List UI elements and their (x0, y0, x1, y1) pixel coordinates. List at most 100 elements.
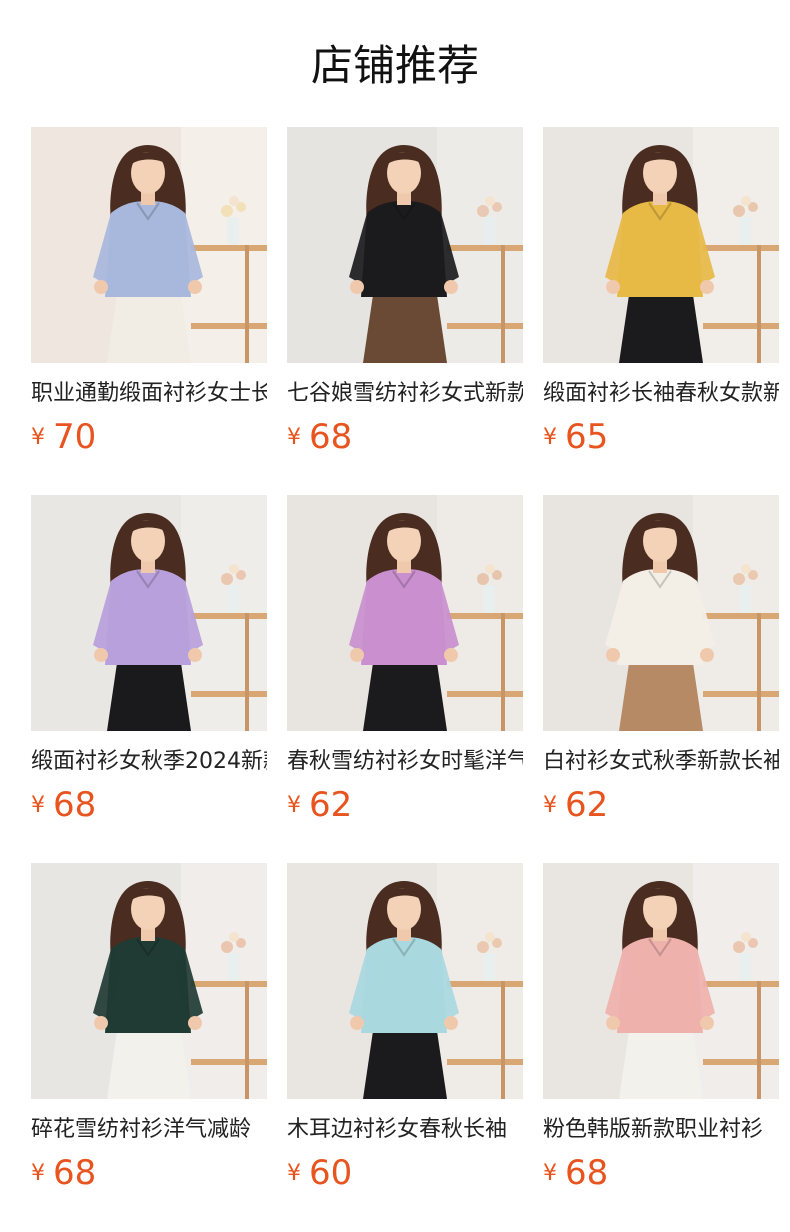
photo-vase (739, 585, 751, 613)
model-shirt (361, 937, 447, 1033)
product-price: ¥65 (543, 416, 608, 458)
photo-shelf-leg (757, 981, 761, 1099)
photo-flower (221, 205, 233, 217)
photo-flower (485, 932, 495, 942)
product-name[interactable]: 木耳边衬衫女春秋长袖 (287, 1115, 523, 1145)
product-photo (287, 863, 523, 1099)
product-image[interactable] (543, 863, 779, 1099)
photo-shelf-leg (501, 981, 505, 1099)
currency-symbol: ¥ (287, 425, 301, 450)
currency-symbol: ¥ (287, 1161, 301, 1186)
photo-flower (221, 941, 233, 953)
photo-shelf (191, 323, 267, 329)
product-image[interactable] (31, 863, 267, 1099)
price-amount: 68 (309, 417, 353, 457)
photo-vase (227, 585, 239, 613)
model-shirt (617, 569, 703, 665)
model-bottom (619, 663, 703, 731)
product-name[interactable]: 粉色韩版新款职业衬衫 (543, 1115, 779, 1145)
photo-vase (483, 585, 495, 613)
model-shirt (617, 937, 703, 1033)
product-name[interactable]: 职业通勤缎面衬衫女士长袖 (31, 379, 267, 409)
model-hand (188, 1016, 202, 1030)
product-price: ¥68 (543, 1152, 608, 1194)
photo-shelf-leg (245, 245, 249, 363)
product-name[interactable]: 七谷娘雪纺衬衫女式新款 (287, 379, 523, 409)
photo-shelf (703, 981, 779, 987)
model-shirt (105, 569, 191, 665)
product-image[interactable] (287, 495, 523, 731)
model-hand (444, 648, 458, 662)
product-name[interactable]: 碎花雪纺衬衫洋气减龄 (31, 1115, 267, 1145)
photo-shelf (447, 323, 523, 329)
photo-vase (227, 953, 239, 981)
photo-flower (477, 941, 489, 953)
model-hand (606, 648, 620, 662)
price-amount: 70 (53, 417, 97, 457)
photo-flower (733, 573, 745, 585)
product-name[interactable]: 春秋雪纺衬衫女时髦洋气 (287, 747, 523, 777)
product-name[interactable]: 缎面衬衫长袖春秋女款新款 (543, 379, 779, 409)
product-photo (287, 495, 523, 731)
product-image[interactable] (287, 863, 523, 1099)
price-amount: 62 (565, 785, 609, 825)
photo-shelf-leg (501, 613, 505, 731)
product-photo (31, 863, 267, 1099)
model-bottom (619, 1031, 703, 1099)
model-hand (444, 280, 458, 294)
photo-shelf-leg (757, 613, 761, 731)
model-hand (188, 648, 202, 662)
model-bottom (619, 295, 703, 363)
photo-flower (733, 941, 745, 953)
product-image[interactable] (287, 127, 523, 363)
photo-flower (741, 564, 751, 574)
price-amount: 60 (309, 1153, 353, 1193)
photo-flower (733, 205, 745, 217)
product-image[interactable] (31, 127, 267, 363)
photo-shelf (703, 1059, 779, 1065)
photo-vase (739, 953, 751, 981)
photo-flower (485, 564, 495, 574)
model-bottom (107, 295, 191, 363)
photo-flower (477, 573, 489, 585)
model-shirt (105, 937, 191, 1033)
model-hand (700, 1016, 714, 1030)
product-price: ¥68 (287, 416, 352, 458)
model-shirt (361, 569, 447, 665)
photo-vase (483, 217, 495, 245)
product-price: ¥60 (287, 1152, 352, 1194)
photo-shelf-leg (245, 981, 249, 1099)
product-price: ¥70 (31, 416, 96, 458)
model-bottom (107, 1031, 191, 1099)
product-photo (287, 127, 523, 363)
photo-shelf (191, 613, 267, 619)
photo-shelf-leg (757, 245, 761, 363)
model-bottom (107, 663, 191, 731)
product-name[interactable]: 缎面衬衫女秋季2024新款 (31, 747, 267, 777)
price-amount: 65 (565, 417, 609, 457)
product-image[interactable] (31, 495, 267, 731)
model-hand (700, 648, 714, 662)
photo-shelf (447, 691, 523, 697)
product-image[interactable] (543, 127, 779, 363)
currency-symbol: ¥ (543, 793, 557, 818)
product-photo (543, 495, 779, 731)
currency-symbol: ¥ (31, 793, 45, 818)
model-hand (94, 280, 108, 294)
model-hand (350, 1016, 364, 1030)
photo-flower (221, 573, 233, 585)
model-hand (606, 280, 620, 294)
model-hand (444, 1016, 458, 1030)
product-price: ¥62 (543, 784, 608, 826)
price-amount: 68 (565, 1153, 609, 1193)
photo-shelf (703, 245, 779, 251)
product-price: ¥68 (31, 1152, 96, 1194)
product-photo (543, 127, 779, 363)
photo-vase (483, 953, 495, 981)
product-name[interactable]: 白衬衫女式秋季新款长袖 (543, 747, 779, 777)
product-image[interactable] (543, 495, 779, 731)
photo-shelf (703, 691, 779, 697)
photo-shelf (447, 245, 523, 251)
model-bottom (363, 295, 447, 363)
currency-symbol: ¥ (31, 1161, 45, 1186)
